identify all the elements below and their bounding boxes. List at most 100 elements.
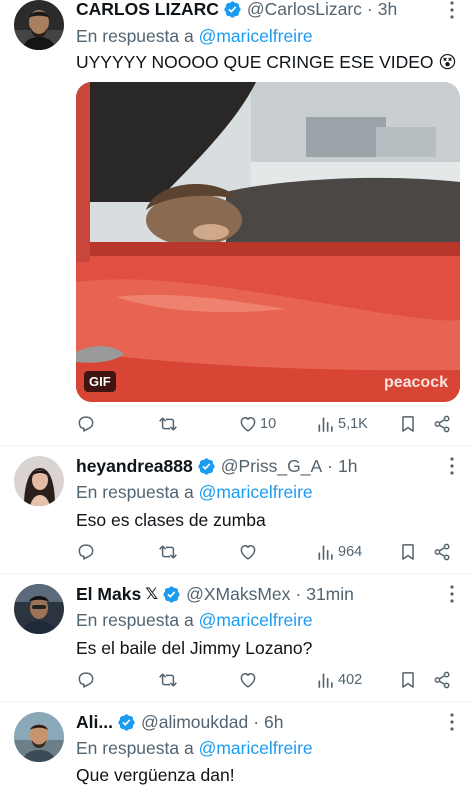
share-button[interactable] <box>432 412 452 436</box>
reply-icon <box>76 670 96 690</box>
author-name[interactable]: El Maks <box>76 584 141 605</box>
reply-prefix: En respuesta a <box>76 738 194 758</box>
retweet-icon <box>158 670 178 690</box>
author-handle[interactable]: @alimoukdad <box>141 712 248 733</box>
tweet-3[interactable]: El Maks 𝕏 @XMaksMex · 31min En respuesta… <box>0 574 474 702</box>
tweet-header: El Maks 𝕏 @XMaksMex · 31min <box>76 581 434 607</box>
reply-button[interactable] <box>76 668 96 692</box>
tweet-time[interactable]: 1h <box>338 456 357 477</box>
avatar[interactable] <box>14 0 64 50</box>
views-button[interactable]: 402 <box>316 668 362 692</box>
verified-badge-icon <box>197 457 216 476</box>
share-icon <box>432 414 452 434</box>
like-button[interactable] <box>238 540 258 564</box>
author-name[interactable]: heyandrea888 <box>76 456 193 477</box>
like-button[interactable]: 10 <box>238 412 276 436</box>
reply-context: En respuesta a @maricelfreire <box>76 610 313 631</box>
tweet-text: UYYYYY NOOOO QUE CRINGE ESE VIDEO 😵 <box>76 52 457 72</box>
views-count: 402 <box>338 672 363 688</box>
views-count: 964 <box>338 544 363 560</box>
reply-icon <box>76 542 96 562</box>
tweet-header: CARLOS LIZARC @CarlosLizarc · 3h <box>76 0 434 22</box>
views-chart-icon <box>316 542 336 562</box>
share-icon <box>432 670 452 690</box>
separator-dot: · <box>295 583 302 604</box>
separator-dot: · <box>366 0 373 19</box>
tweet-actions: 964 <box>76 540 456 564</box>
retweet-button[interactable] <box>158 540 178 564</box>
more-options-icon[interactable] <box>444 584 460 604</box>
gif-badge: GIF <box>84 371 116 392</box>
bookmark-button[interactable] <box>398 412 418 436</box>
gif-media[interactable]: GIF peacock <box>76 82 460 402</box>
retweet-icon <box>158 542 178 562</box>
retweet-icon <box>158 414 178 434</box>
author-handle[interactable]: @XMaksMex <box>186 584 290 605</box>
bookmark-icon <box>398 414 418 434</box>
retweet-button[interactable] <box>158 668 178 692</box>
tweet-text: Que vergüenza dan! <box>76 765 235 785</box>
reply-button[interactable] <box>76 412 96 436</box>
separator-dot: · <box>327 455 333 476</box>
reply-context: En respuesta a @maricelfreire <box>76 738 313 759</box>
author-handle[interactable]: @Priss_G_A <box>221 456 322 477</box>
tweet-actions: 10 5,1K <box>76 412 456 436</box>
avatar[interactable] <box>14 456 64 506</box>
like-button[interactable] <box>238 668 258 692</box>
reply-prefix: En respuesta a <box>76 610 194 630</box>
tweet-header: Ali... @alimoukdad · 6h <box>76 709 434 735</box>
x-logo-icon: 𝕏 <box>145 586 159 603</box>
gif-frame-image <box>76 82 460 402</box>
bookmark-icon <box>398 542 418 562</box>
tweet-time[interactable]: 6h <box>264 712 283 733</box>
retweet-button[interactable] <box>158 412 178 436</box>
author-name[interactable]: CARLOS LIZARC <box>76 0 219 20</box>
views-button[interactable]: 5,1K <box>316 412 368 436</box>
reply-button[interactable] <box>76 540 96 564</box>
more-options-icon[interactable] <box>444 456 460 476</box>
avatar[interactable] <box>14 584 64 634</box>
tweet-4[interactable]: Ali... @alimoukdad · 6h En respuesta a @… <box>0 702 474 786</box>
tweet-1[interactable]: CARLOS LIZARC @CarlosLizarc · 3h En resp… <box>0 0 474 446</box>
heart-icon <box>238 670 258 690</box>
tweet-text: Eso es clases de zumba <box>76 510 266 530</box>
tweet-actions: 402 <box>76 668 456 692</box>
reply-icon <box>76 414 96 434</box>
views-button[interactable]: 964 <box>316 540 362 564</box>
views-chart-icon <box>316 670 336 690</box>
verified-badge-icon <box>162 585 181 604</box>
reply-context: En respuesta a @maricelfreire <box>76 26 313 47</box>
tweet-time[interactable]: 31min <box>306 584 354 605</box>
verified-badge-icon <box>117 713 136 732</box>
author-handle[interactable]: @CarlosLizarc <box>247 0 362 20</box>
verified-badge-icon <box>223 0 242 19</box>
reply-to-link[interactable]: @maricelfreire <box>199 26 313 46</box>
reply-prefix: En respuesta a <box>76 26 194 46</box>
avatar-carlos-image <box>14 0 64 50</box>
share-button[interactable] <box>432 668 452 692</box>
views-count: 5,1K <box>338 416 368 432</box>
more-options-icon[interactable] <box>444 712 460 732</box>
like-count: 10 <box>260 416 277 432</box>
bookmark-icon <box>398 670 418 690</box>
tweet-time[interactable]: 3h <box>378 0 397 20</box>
bookmark-button[interactable] <box>398 668 418 692</box>
reply-to-link[interactable]: @maricelfreire <box>199 738 313 758</box>
peacock-watermark: peacock <box>383 374 448 391</box>
reply-to-link[interactable]: @maricelfreire <box>199 482 313 502</box>
avatar-ali-image <box>14 712 64 762</box>
reply-context: En respuesta a @maricelfreire <box>76 482 313 503</box>
heart-icon <box>238 542 258 562</box>
reply-prefix: En respuesta a <box>76 482 194 502</box>
share-button[interactable] <box>432 540 452 564</box>
bookmark-button[interactable] <box>398 540 418 564</box>
avatar[interactable] <box>14 712 64 762</box>
reply-to-link[interactable]: @maricelfreire <box>199 610 313 630</box>
avatar-elmaks-image <box>14 584 64 634</box>
tweet-2[interactable]: heyandrea888 @Priss_G_A · 1h En respuest… <box>0 446 474 574</box>
avatar-heyandrea-image <box>14 456 64 506</box>
views-chart-icon <box>316 414 336 434</box>
more-options-icon[interactable] <box>444 0 460 20</box>
heart-icon <box>238 414 258 434</box>
author-name[interactable]: Ali... <box>76 712 113 733</box>
